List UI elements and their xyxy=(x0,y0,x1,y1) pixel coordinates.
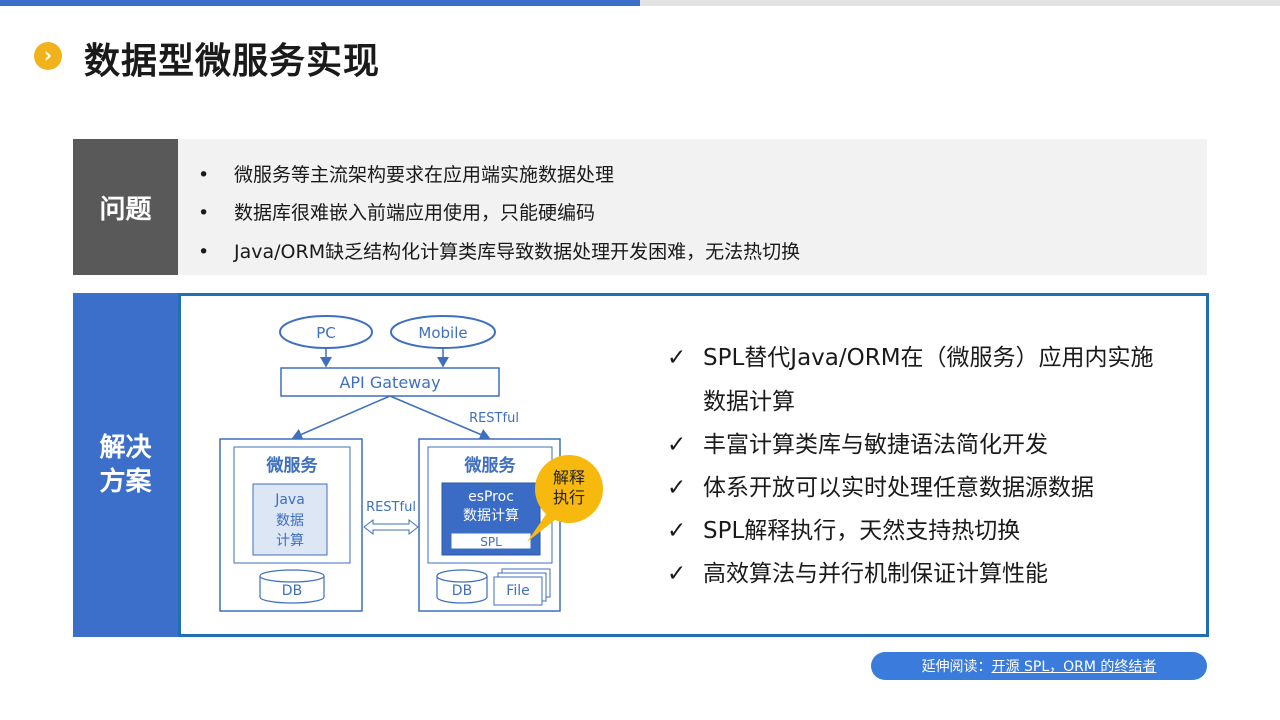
benefit-item: ✓ 丰富计算类库与敏捷语法简化开发 xyxy=(667,425,1048,459)
benefit-item: ✓ SPL替代Java/ORM在（微服务）应用内实施 xyxy=(667,338,1154,372)
bullet-icon: • xyxy=(198,202,210,224)
gateway-left-arrow xyxy=(291,395,391,440)
db-right-label: DB xyxy=(452,583,472,599)
check-icon: ✓ xyxy=(667,561,687,587)
page-title: 数据型微服务实现 xyxy=(84,41,381,82)
solution-label-line1: 解决 xyxy=(99,433,152,463)
problem-list: • 微服务等主流架构要求在应用端实施数据处理 • 数据库很难嵌入前端应用使用，只能硬… xyxy=(178,139,1207,275)
benefit-item: ✓ SPL解释执行，天然支持热切换 xyxy=(667,511,1020,545)
top-accent-bar-gray xyxy=(640,0,1280,6)
esproc-label-1: esProc xyxy=(468,489,514,505)
title-chevron-icon: › xyxy=(34,42,62,70)
java-label-1: Java xyxy=(274,492,305,508)
spl-label: SPL xyxy=(480,535,502,549)
bullet-icon: • xyxy=(198,164,210,186)
db-left-label: DB xyxy=(282,583,302,599)
restful-top-label: RESTful xyxy=(469,411,519,426)
mobile-label: Mobile xyxy=(418,324,467,342)
check-icon: ✓ xyxy=(667,518,687,544)
architecture-diagram: PC Mobile API Gateway RESTful 微服务 Java 数… xyxy=(219,315,603,612)
benefit-text: SPL解释执行，天然支持热切换 xyxy=(703,518,1021,544)
bullet-icon: • xyxy=(198,241,210,263)
microservice-right-title: 微服务 xyxy=(464,455,517,476)
solution-panel: PC Mobile API Gateway RESTful 微服务 Java 数… xyxy=(178,293,1209,637)
esproc-label-2: 数据计算 xyxy=(463,508,519,524)
check-icon: ✓ xyxy=(667,345,687,371)
benefit-item: ✓ 高效算法与并行机制保证计算性能 xyxy=(667,554,1048,588)
java-label-3: 计算 xyxy=(276,533,304,549)
benefit-item: ✓ 体系开放可以实时处理任意数据源数据 xyxy=(667,468,1094,502)
bidirectional-arrow-icon xyxy=(363,518,419,536)
callout-label-2: 执行 xyxy=(553,488,585,507)
solution-label-line2: 方案 xyxy=(99,467,152,497)
problem-item: • Java/ORM缺乏结构化计算类库导致数据处理开发困难，无法热切换 xyxy=(198,237,800,264)
check-icon: ✓ xyxy=(667,475,687,501)
problem-label: 问题 xyxy=(73,139,178,275)
file-label: File xyxy=(506,583,529,599)
top-accent-bar xyxy=(0,0,640,6)
pc-label: PC xyxy=(316,324,336,342)
problem-item-text: 数据库很难嵌入前端应用使用，只能硬编码 xyxy=(234,202,596,224)
benefit-text: 体系开放可以实时处理任意数据源数据 xyxy=(703,475,1094,501)
benefit-text: 高效算法与并行机制保证计算性能 xyxy=(703,561,1048,587)
further-reading-pill: 延伸阅读： 开源 SPL，ORM 的终结者 xyxy=(871,652,1207,680)
solution-label: 解决 方案 xyxy=(73,293,178,637)
problem-item-text: Java/ORM缺乏结构化计算类库导致数据处理开发困难，无法热切换 xyxy=(234,241,801,263)
benefit-text-continued: 数据计算 xyxy=(703,389,795,415)
java-label-2: 数据 xyxy=(276,513,304,529)
restful-mid-label: RESTful xyxy=(366,500,416,515)
microservice-left-title: 微服务 xyxy=(266,455,319,476)
problem-item: • 数据库很难嵌入前端应用使用，只能硬编码 xyxy=(198,198,595,225)
api-gateway-label: API Gateway xyxy=(339,373,440,392)
further-reading-link[interactable]: 开源 SPL，ORM 的终结者 xyxy=(992,656,1157,676)
benefit-text: 丰富计算类库与敏捷语法简化开发 xyxy=(703,432,1048,458)
further-reading-prefix: 延伸阅读： xyxy=(921,659,992,675)
benefit-text: SPL替代Java/ORM在（微服务）应用内实施 xyxy=(703,345,1154,371)
callout-label-1: 解释 xyxy=(553,468,585,487)
problem-item-text: 微服务等主流架构要求在应用端实施数据处理 xyxy=(234,164,615,186)
problem-item: • 微服务等主流架构要求在应用端实施数据处理 xyxy=(198,160,614,187)
check-icon: ✓ xyxy=(667,432,687,458)
